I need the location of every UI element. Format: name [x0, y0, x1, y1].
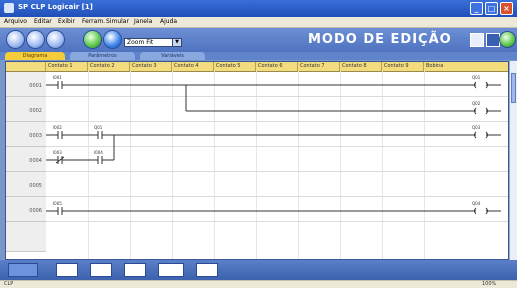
coil-label: Q01: [472, 75, 481, 80]
toolbar: Zoom Fit ▼ MODO DE EDIÇÃO: [0, 28, 517, 52]
menu-window[interactable]: Janela: [134, 18, 152, 25]
help-icon[interactable]: [104, 31, 121, 48]
zoom-dropdown[interactable]: Zoom Fit ▼: [124, 38, 182, 47]
coil-tool-icon[interactable]: [124, 263, 146, 277]
coil-symbol: [474, 107, 488, 115]
menu-view[interactable]: Exibir: [58, 18, 75, 25]
tab-parameters[interactable]: Parâmetros: [70, 52, 135, 60]
wire-tool-icon[interactable]: [8, 263, 38, 277]
run-icon[interactable]: [84, 31, 101, 48]
menu-help[interactable]: Ajuda: [160, 18, 177, 25]
contact-label: I001: [53, 75, 62, 80]
zoom-dropdown-value: Zoom Fit: [127, 39, 154, 46]
chevron-down-icon[interactable]: ▼: [172, 39, 181, 46]
timer-tool-icon[interactable]: [196, 263, 218, 277]
coil-symbol: [474, 131, 488, 139]
coil-label: Q04: [472, 201, 481, 206]
screen-icon[interactable]: [470, 33, 484, 47]
menu-simulate[interactable]: Simular: [106, 18, 129, 25]
counter-tool-icon[interactable]: [158, 263, 184, 277]
component-bar: [0, 260, 517, 280]
coil-symbol: [474, 81, 488, 89]
scrollbar-thumb[interactable]: [511, 73, 516, 103]
contact-label: I003: [53, 150, 62, 155]
new-icon[interactable]: [7, 31, 24, 48]
block-tool-icon[interactable]: [90, 263, 112, 277]
ladder-grid: Contato 1 Contato 2 Contato 3 Contato 4 …: [5, 61, 509, 260]
status-zoom: 100%: [482, 281, 497, 287]
contact-label: I005: [53, 201, 62, 206]
contact-label: I004: [94, 150, 103, 155]
tab-diagram[interactable]: Diagrama: [5, 52, 65, 60]
contact-tool-icon[interactable]: [56, 263, 78, 277]
menu-file[interactable]: Arquivo: [4, 18, 27, 25]
window-title: SP CLP Logicair [1]: [18, 3, 93, 11]
minimize-button[interactable]: _: [470, 2, 483, 15]
menu-tools[interactable]: Ferram.: [82, 18, 105, 25]
maximize-button[interactable]: □: [485, 2, 498, 15]
menu-bar: Arquivo Editar Exibir Ferram. Simular Ja…: [0, 17, 517, 28]
menu-edit[interactable]: Editar: [34, 18, 52, 25]
tab-variables[interactable]: Variáveis: [140, 52, 205, 60]
title-bar: SP CLP Logicair [1] _ □ ×: [0, 0, 517, 17]
close-button[interactable]: ×: [500, 2, 513, 15]
contact-label: I002: [53, 125, 62, 130]
save-icon[interactable]: [47, 31, 64, 48]
coil-symbol: [474, 207, 488, 215]
info-icon[interactable]: [486, 33, 500, 47]
refresh-icon[interactable]: [500, 32, 515, 47]
vertical-scrollbar[interactable]: [509, 61, 517, 260]
tab-bar: Diagrama Parâmetros Variáveis: [0, 52, 517, 60]
coil-label: Q02: [472, 101, 481, 106]
status-left: CLP: [4, 281, 14, 287]
open-icon[interactable]: [27, 31, 44, 48]
contact-label: Q01: [94, 125, 103, 130]
mode-label: MODO DE EDIÇÃO: [308, 32, 452, 47]
app-icon: [4, 3, 14, 13]
ladder-diagram: I001 Q01 Q02 I002 Q01 Q03 I003 I004 I005…: [46, 75, 501, 215]
coil-label: Q03: [472, 125, 481, 130]
